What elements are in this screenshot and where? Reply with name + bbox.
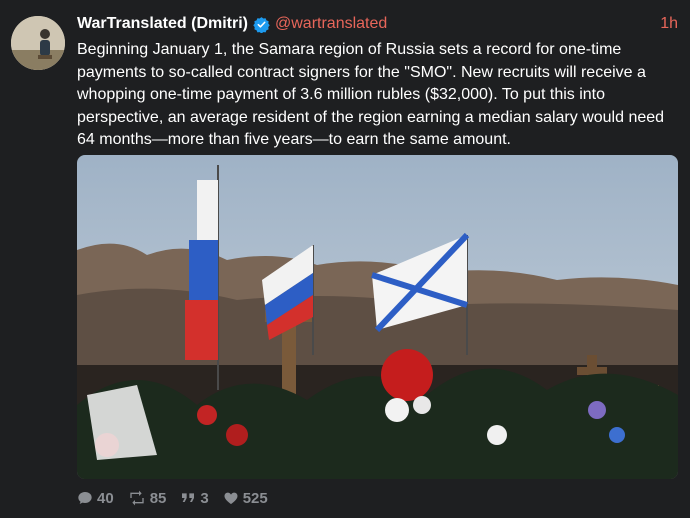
reply-icon: [78, 492, 92, 504]
reply-count: 40: [97, 489, 114, 507]
tweet-header: WarTranslated (Dmitri) @wartranslated 1h: [77, 13, 678, 35]
reply-button[interactable]: 40: [77, 490, 114, 507]
handle[interactable]: @wartranslated: [275, 15, 387, 33]
quote-button[interactable]: 3: [180, 489, 209, 507]
retweet-icon: [130, 490, 144, 506]
retweet-count: 85: [149, 489, 167, 507]
display-name[interactable]: WarTranslated (Dmitri): [77, 15, 248, 33]
retweet-button[interactable]: 85: [128, 489, 167, 507]
tweet-text: Beginning January 1, the Samara region o…: [77, 41, 665, 149]
tweet-actions: 40 85 3 525: [77, 488, 268, 508]
quote-icon: [182, 493, 195, 502]
quote-count: 3: [200, 489, 209, 507]
tweet-media-image[interactable]: [77, 155, 678, 479]
like-count: 525: [242, 489, 268, 507]
avatar[interactable]: [11, 16, 65, 70]
heart-icon: [224, 492, 238, 504]
like-button[interactable]: 525: [223, 490, 268, 507]
timestamp[interactable]: 1h: [660, 15, 678, 33]
verified-badge-icon: [253, 16, 270, 33]
